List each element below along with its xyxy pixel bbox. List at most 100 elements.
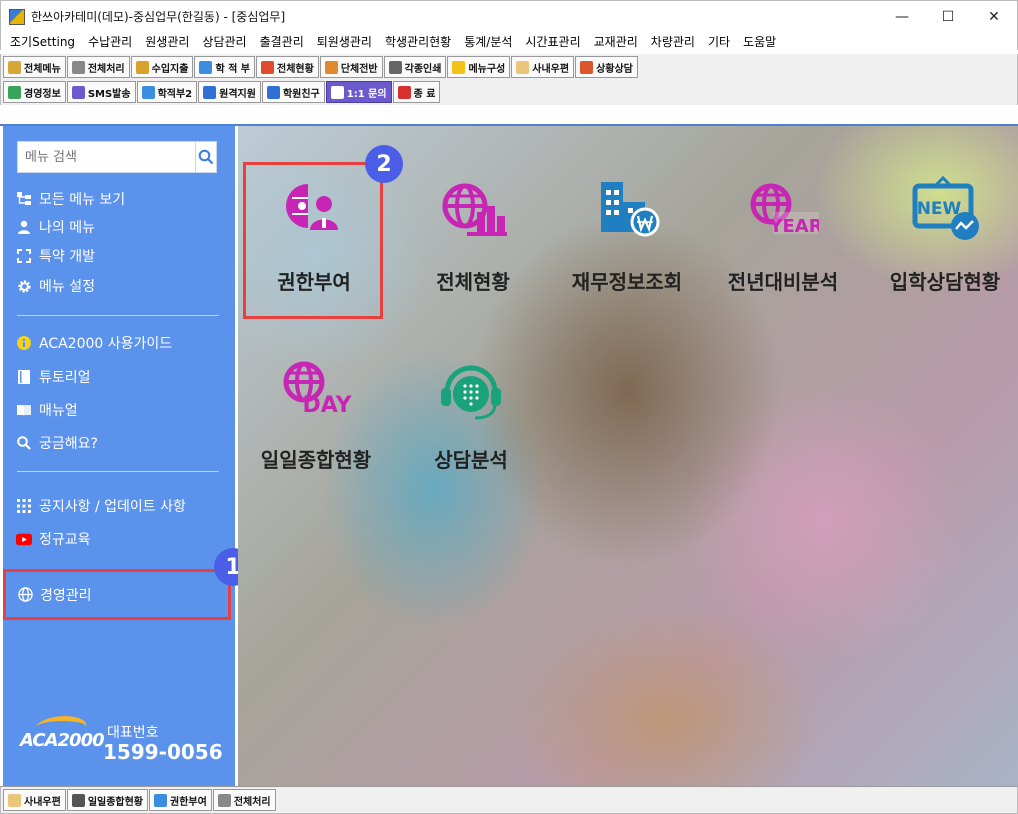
menu-item-student-status[interactable]: 학생관리현황 — [380, 33, 459, 50]
sidebar-item-regular-education[interactable]: 정규교육 — [16, 527, 91, 551]
gear-icon — [16, 278, 32, 294]
toolbar-envelope-button[interactable]: 사내우편 — [511, 56, 575, 78]
sidebar-item-label: 경영관리 — [40, 587, 92, 604]
tile-admission-counseling[interactable]: NEW 입학상담현황 — [875, 162, 1015, 312]
toolbar-monitor-button[interactable]: 원격지원 — [198, 81, 261, 103]
toolbar-pencil-button[interactable]: 학적부2 — [136, 81, 198, 103]
sidebar-item-all-menus[interactable]: 모든 메뉴 보기 — [16, 187, 125, 211]
menu-item-vehicles[interactable]: 차량관리 — [646, 33, 703, 50]
new-sign-icon: NEW — [912, 176, 979, 240]
toolbar-student-button[interactable]: 학 적 부 — [194, 56, 256, 78]
toolbar-button-label: 학원친구 — [282, 88, 320, 100]
sidebar-item-label: 공지사항 / 업데이트 사항 — [39, 499, 186, 515]
sidebar-item-tutorial[interactable]: 튜토리얼 — [16, 365, 91, 389]
menu-search-button[interactable] — [195, 142, 216, 172]
counselor-icon — [580, 60, 594, 74]
globe-year-icon: YEAR — [750, 183, 819, 237]
sidebar-item-custom-dev[interactable]: 특약 개발 — [16, 244, 95, 268]
gears-icon — [217, 793, 231, 807]
minimize-button[interactable]: — — [879, 1, 925, 33]
menu-search — [17, 141, 217, 173]
sidebar-item-management[interactable]: 경영관리 — [3, 569, 231, 620]
sidebar-item-user-guide[interactable]: ACA2000 사용가이드 — [16, 331, 172, 355]
menu-item-setup[interactable]: 조기Setting — [5, 33, 83, 50]
main-area: 모든 메뉴 보기 나의 메뉴 특약 개발 메뉴 설정 ACA20 — [0, 124, 1018, 786]
sidebar-divider — [17, 471, 219, 472]
tile-daily-summary[interactable]: DAY 일일종합현황 — [246, 340, 386, 490]
menu-item-attendance[interactable]: 출결관리 — [255, 33, 312, 50]
menu-item-help[interactable]: 도움말 — [738, 33, 784, 50]
taskbar-chart-button[interactable]: 일일종합현황 — [66, 789, 149, 811]
toolbar-printer-button[interactable]: 각종인쇄 — [383, 56, 447, 78]
toolbar-globe-button[interactable]: 경영정보 — [3, 81, 66, 103]
menu-search-input[interactable] — [18, 142, 195, 172]
toolbar-button-label: 권한부여 — [170, 796, 207, 808]
tile-label: 입학상담현황 — [889, 270, 1001, 294]
globe-chart-icon — [442, 183, 507, 236]
toolbar-secondary: 경영정보 SMS발송 학적부2 원격지원 학원친구 1:1 문의 종 료 — [0, 79, 1018, 105]
menu-item-students[interactable]: 원생관리 — [140, 33, 197, 50]
globe-icon — [8, 85, 21, 99]
menu-item-etc[interactable]: 기타 — [703, 33, 738, 50]
step-badge-2: 2 — [365, 145, 403, 183]
toolbar-group-button[interactable]: 단체전반 — [319, 56, 383, 78]
tile-label: 일일종합현황 — [260, 448, 372, 472]
toolbar-building-button[interactable]: 전체메뉴 — [3, 56, 66, 78]
sidebar-item-faq[interactable]: 궁금해요? — [16, 431, 98, 455]
toolbar-button-label: 경영정보 — [24, 88, 61, 100]
sidebar-item-my-menu[interactable]: 나의 메뉴 — [16, 215, 95, 239]
search-icon — [198, 149, 214, 165]
phone-label: 대표번호 — [107, 725, 159, 741]
menu-item-statistics[interactable]: 통계/분석 — [459, 33, 520, 50]
menu-item-withdrawn[interactable]: 퇴원생관리 — [312, 33, 380, 50]
phone-icon — [71, 85, 85, 99]
menu-item-timetable[interactable]: 시간표관리 — [520, 33, 588, 50]
toolbar-button-label: 전체처리 — [87, 63, 125, 75]
toolbar-button-label: 메뉴구성 — [468, 63, 506, 75]
toolbar-button-label: 학적부2 — [157, 88, 193, 100]
toolbar-button-label: 종 료 — [413, 88, 436, 100]
sidebar-item-label: 모든 메뉴 보기 — [39, 192, 126, 208]
shield-icon — [154, 793, 168, 807]
toolbar-button-label: 1:1 문의 — [346, 88, 387, 100]
toolbar-button-label: 단체전반 — [340, 63, 378, 75]
sidebar-item-label: 메뉴 설정 — [39, 279, 95, 295]
tile-label: 재무정보조회 — [571, 270, 683, 294]
app-icon — [9, 8, 25, 25]
menu-bar: 조기Setting 수납관리 원생관리 상담관리 출결관리 퇴원생관리 학생관리… — [0, 32, 1018, 50]
sitemap-icon — [16, 191, 32, 207]
maximize-button[interactable]: ☐ — [925, 1, 971, 33]
tile-finance-info[interactable]: 재무정보조회 — [557, 162, 697, 312]
toolbar-chat-button[interactable]: 학원친구 — [261, 81, 325, 103]
money-bag-icon — [135, 60, 149, 74]
toolbar-counselor-button[interactable]: 상황상담 — [575, 56, 638, 78]
power-icon — [397, 85, 411, 99]
sidebar-item-label: ACA2000 사용가이드 — [39, 336, 173, 352]
toolbar-power-button[interactable]: 종 료 — [392, 81, 441, 103]
sidebar-item-notices[interactable]: 공지사항 / 업데이트 사항 — [16, 494, 186, 518]
tile-counseling-analysis[interactable]: 상담분석 — [401, 340, 541, 490]
taskbar-shield-button[interactable]: 권한부여 — [149, 789, 212, 811]
close-button[interactable]: ✕ — [971, 1, 1017, 33]
toolbar-pie-chart-button[interactable]: 전체현황 — [256, 56, 319, 78]
tile-overall-status[interactable]: 전체현황 — [403, 162, 543, 312]
toolbar-primary: 전체메뉴 전체처리 수입지출 학 적 부 전체현황 단체전반 각종인쇄 메뉴구성 사내우편 상황상… — [0, 54, 1018, 80]
toolbar-money-bag-button[interactable]: 수입지출 — [130, 56, 194, 78]
toolbar-phone-button[interactable]: SMS발송 — [66, 81, 136, 103]
taskbar-envelope-button[interactable]: 사내우편 — [3, 789, 66, 811]
tile-yoy-analysis[interactable]: YEAR 전년대비분석 — [713, 162, 853, 312]
taskbar-gears-button[interactable]: 전체처리 — [212, 789, 276, 811]
pie-chart-icon — [261, 60, 275, 74]
sidebar-item-manual[interactable]: 매뉴얼 — [16, 398, 78, 422]
sidebar-divider — [17, 315, 219, 316]
menu-item-payment[interactable]: 수납관리 — [83, 33, 140, 50]
student-icon — [199, 60, 213, 74]
toolbar-star-button[interactable]: 메뉴구성 — [447, 56, 511, 78]
menu-item-counseling[interactable]: 상담관리 — [197, 33, 254, 50]
toolbar-button-label: 상황상담 — [596, 63, 633, 75]
toolbar-headset-button[interactable]: 1:1 문의 — [325, 81, 392, 103]
menu-item-textbooks[interactable]: 교재관리 — [589, 33, 646, 50]
manual-icon — [16, 402, 32, 418]
sidebar-item-menu-settings[interactable]: 메뉴 설정 — [16, 274, 95, 298]
toolbar-gears-button[interactable]: 전체처리 — [66, 56, 130, 78]
